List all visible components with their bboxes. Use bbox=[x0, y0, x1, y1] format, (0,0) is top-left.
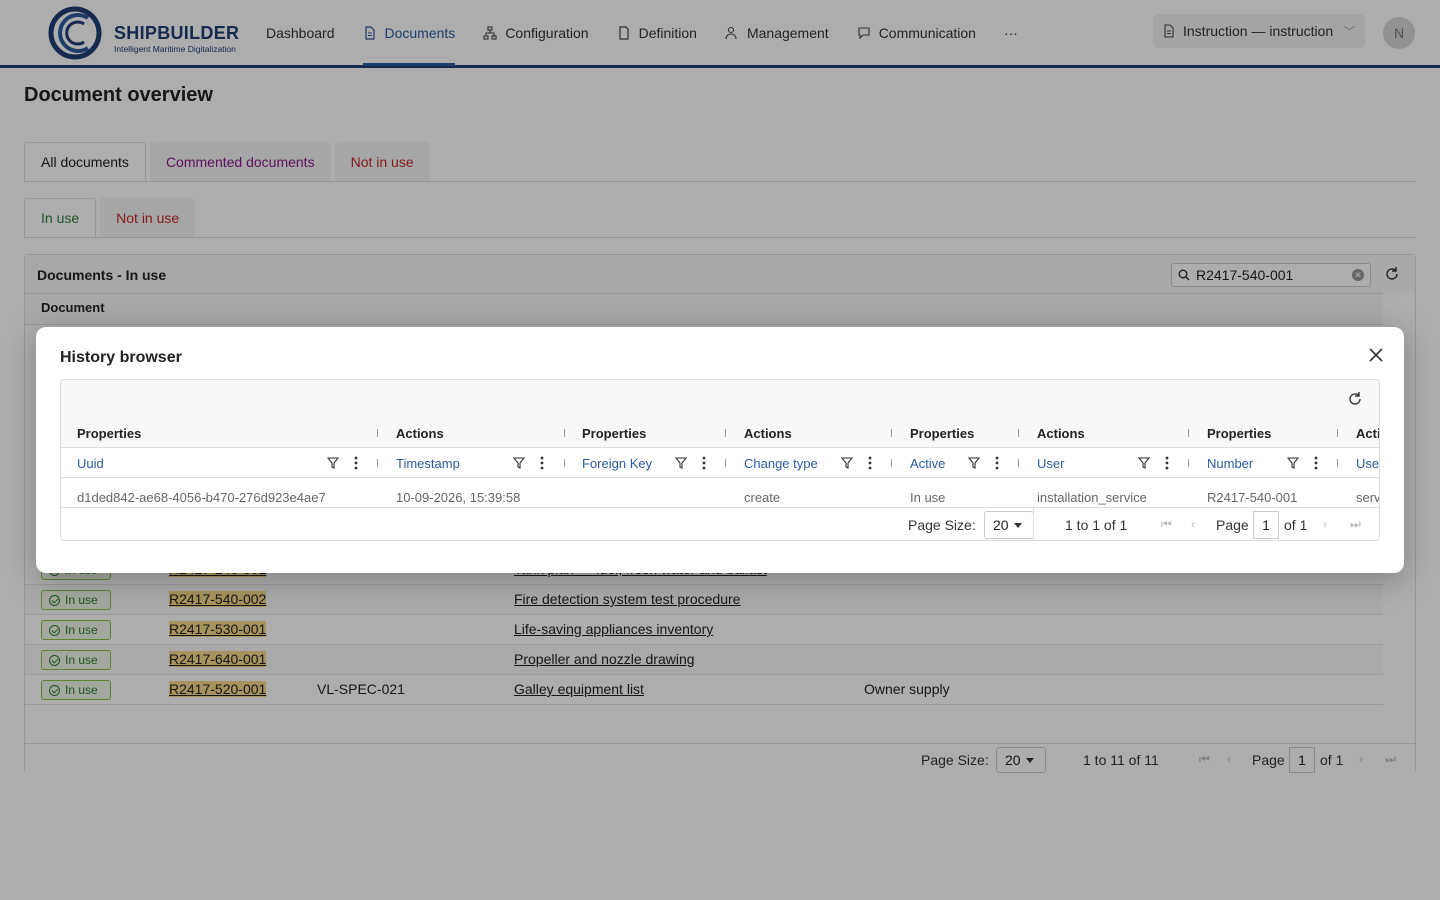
column-resizer[interactable] bbox=[1337, 429, 1338, 437]
column-menu-icon[interactable] bbox=[540, 456, 544, 470]
column-group-header: Properties bbox=[582, 425, 647, 441]
column-header-uuid[interactable]: Uuid bbox=[61, 448, 311, 478]
column-group-header: Actions bbox=[1037, 425, 1085, 441]
next-page-icon[interactable]: › bbox=[1323, 517, 1327, 531]
column-resizer[interactable] bbox=[725, 429, 726, 437]
grid-toolbar bbox=[61, 380, 1379, 418]
column-resizer[interactable] bbox=[1337, 459, 1338, 467]
column-group-header: Properties bbox=[910, 425, 975, 441]
page-size-value: 20 bbox=[993, 517, 1009, 533]
page-size-label: Page Size: bbox=[908, 517, 976, 533]
column-resizer[interactable] bbox=[725, 459, 726, 467]
user-cell: installation_service bbox=[1037, 489, 1147, 505]
column-group-header-row: Properties Actions Properties Actions Pr… bbox=[61, 418, 1380, 448]
last-page-icon[interactable]: ⏭ bbox=[1350, 517, 1361, 532]
table-row[interactable]: d1ded842-ae68-4056-b470-276d923e4ae7 10-… bbox=[61, 478, 1380, 508]
filter-icon[interactable] bbox=[675, 457, 687, 469]
column-menu-icon[interactable] bbox=[702, 456, 706, 470]
foreign-key-cell bbox=[566, 482, 725, 507]
column-menu-icon[interactable] bbox=[868, 456, 872, 470]
filter-icon[interactable] bbox=[1287, 457, 1299, 469]
close-icon[interactable] bbox=[1366, 345, 1386, 365]
column-resizer[interactable] bbox=[891, 429, 892, 437]
page-number-input[interactable]: 1 bbox=[1253, 511, 1279, 539]
column-resizer[interactable] bbox=[1188, 459, 1189, 467]
uuid-cell: d1ded842-ae68-4056-b470-276d923e4ae7 bbox=[77, 489, 326, 505]
column-header-number[interactable]: Number bbox=[1191, 448, 1281, 478]
filter-icon[interactable] bbox=[1138, 457, 1150, 469]
caret-down-icon bbox=[1013, 522, 1022, 528]
column-resizer[interactable] bbox=[377, 429, 378, 437]
column-group-header: Properties bbox=[1207, 425, 1272, 441]
refresh-icon[interactable] bbox=[1346, 390, 1364, 408]
row-range: 1 to 1 of 1 bbox=[1065, 517, 1128, 533]
column-header-active[interactable]: Active bbox=[894, 448, 964, 478]
column-group-header: Acti bbox=[1356, 425, 1380, 441]
user-cell: serv bbox=[1356, 489, 1380, 505]
column-menu-icon[interactable] bbox=[354, 456, 358, 470]
column-group-header: Actions bbox=[744, 425, 792, 441]
dialog-title: History browser bbox=[60, 349, 182, 366]
filter-icon[interactable] bbox=[968, 457, 980, 469]
column-resizer[interactable] bbox=[1018, 429, 1019, 437]
filter-icon[interactable] bbox=[327, 457, 339, 469]
page-size-select[interactable]: 20 bbox=[984, 511, 1034, 539]
column-resizer[interactable] bbox=[564, 429, 565, 437]
page-label: Page bbox=[1216, 517, 1249, 533]
first-page-icon[interactable]: ⏮ bbox=[1161, 517, 1172, 532]
page-count: of 1 bbox=[1284, 517, 1308, 533]
history-browser-dialog: History browser Properties Actions Prope… bbox=[36, 327, 1404, 573]
active-cell: In use bbox=[910, 489, 946, 505]
column-menu-icon[interactable] bbox=[1165, 456, 1169, 470]
history-pagination: Page Size: 20 1 to 1 of 1 ⏮ ‹ Page 1 of … bbox=[61, 508, 1379, 540]
column-resizer[interactable] bbox=[1018, 459, 1019, 467]
number-cell: R2417-540-001 bbox=[1207, 489, 1298, 505]
filter-icon[interactable] bbox=[513, 457, 525, 469]
previous-page-icon[interactable]: ‹ bbox=[1191, 517, 1195, 531]
column-header-timestamp[interactable]: Timestamp bbox=[380, 448, 500, 478]
filter-icon[interactable] bbox=[841, 457, 853, 469]
column-resizer[interactable] bbox=[1188, 429, 1189, 437]
column-header-user[interactable]: Use bbox=[1340, 448, 1379, 478]
column-menu-icon[interactable] bbox=[995, 456, 999, 470]
column-header-change-type[interactable]: Change type bbox=[728, 448, 833, 478]
column-header-user[interactable]: User bbox=[1021, 448, 1121, 478]
column-resizer[interactable] bbox=[891, 459, 892, 467]
history-grid: Properties Actions Properties Actions Pr… bbox=[60, 379, 1380, 541]
column-group-header: Properties bbox=[77, 425, 142, 441]
column-group-header: Actions bbox=[396, 425, 444, 441]
column-menu-icon[interactable] bbox=[1314, 456, 1318, 470]
column-resizer[interactable] bbox=[377, 459, 378, 467]
column-header-row: Uuid Timestamp Foreign Key Change type A… bbox=[61, 448, 1379, 478]
column-header-foreign-key[interactable]: Foreign Key bbox=[566, 448, 666, 478]
timestamp-cell: 10-09-2026, 15:39:58 bbox=[396, 489, 521, 505]
change-type-cell: create bbox=[744, 489, 781, 505]
pager-divider bbox=[1033, 508, 1034, 540]
column-resizer[interactable] bbox=[564, 459, 565, 467]
